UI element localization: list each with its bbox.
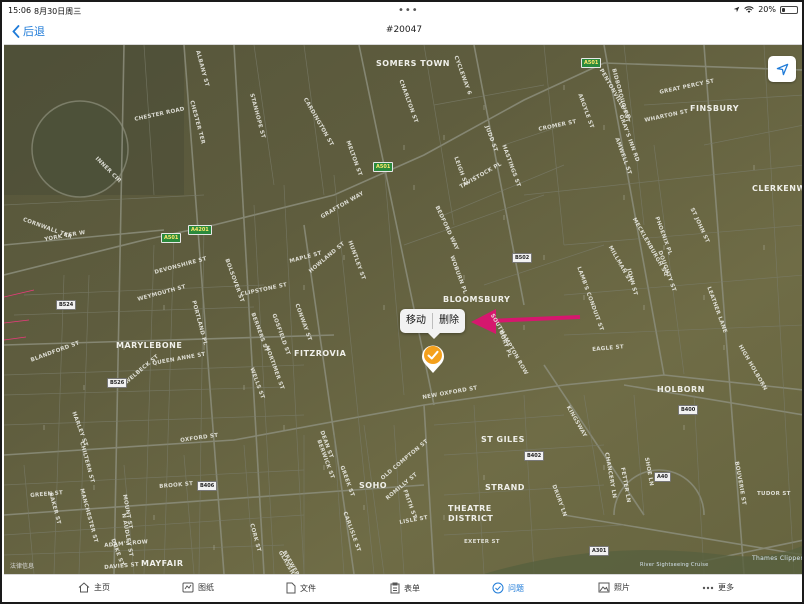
area-label: MAYFAIR [141, 559, 184, 568]
issue-icon [492, 582, 504, 594]
area-label: SOHO [359, 481, 388, 490]
move-pin-button[interactable]: 移动 [400, 309, 432, 333]
status-date: 8月30日周三 [34, 7, 82, 16]
tab-label: 文件 [300, 583, 316, 593]
tab-label: 主页 [94, 583, 110, 592]
tab-photos[interactable]: 照片 [598, 582, 630, 593]
tab-label: 更多 [718, 583, 734, 592]
home-icon [78, 582, 90, 593]
delete-pin-button[interactable]: 删除 [433, 309, 465, 333]
area-label: FINSBURY [690, 104, 740, 113]
battery-percent: 20% [758, 5, 776, 14]
tab-drawings[interactable]: 图纸 [182, 582, 214, 593]
checkmark-pin-icon [422, 345, 444, 373]
road-sign: B502 [512, 253, 533, 263]
tab-label: 表单 [404, 583, 420, 593]
road-sign: A501 [373, 162, 394, 172]
legal-link[interactable]: 法律信息 [10, 561, 34, 570]
road-sign: B402 [524, 451, 545, 461]
road-sign: B526 [107, 378, 128, 388]
area-label: FITZROVIA [294, 349, 347, 358]
street-label: EXETER ST [464, 539, 500, 545]
app-window: 15:06 8月30日周三 ••• 20% 后退 #20047 SOMERS T… [0, 0, 804, 604]
menu-tail [428, 333, 440, 339]
area-label: THEATRE [448, 504, 492, 513]
pin-action-menu: 移动 删除 [400, 309, 465, 339]
river-label: Thames Clippers [752, 555, 804, 562]
street-label: TUDOR ST [757, 491, 791, 497]
area-label: HOLBORN [657, 385, 705, 394]
road-sign: B400 [678, 405, 699, 415]
tab-forms[interactable]: 表单 [390, 582, 420, 594]
issue-pin[interactable] [420, 342, 446, 374]
tab-more[interactable]: 更多 [702, 582, 734, 593]
street-label: KING'S CROSS [509, 45, 556, 47]
tab-home[interactable]: 主页 [78, 582, 110, 593]
area-label: ST GILES [481, 435, 525, 444]
battery-icon [780, 5, 798, 14]
area-label: DISTRICT [448, 514, 494, 523]
tab-issues[interactable]: 问题 [492, 582, 524, 594]
road-sign: B406 [197, 481, 218, 491]
file-icon [286, 582, 296, 594]
tab-bar: 主页 图纸 文件 表单 问题 照片 更多 [4, 574, 802, 602]
tab-label: 问题 [508, 583, 524, 593]
road-sign: A4201 [188, 225, 212, 235]
tab-label: 图纸 [198, 583, 214, 592]
area-label: SOMERS TOWN [376, 59, 450, 68]
status-time: 15:06 [8, 6, 32, 15]
road-sign: A40 [654, 472, 671, 482]
map-view[interactable]: SOMERS TOWN FINSBURY CLERKENWELL BLOOMSBURY… [4, 45, 804, 574]
navigation-arrow-icon [776, 63, 788, 75]
road-sign: A501 [581, 58, 602, 68]
service-label: River Sightseeing Cruise [640, 562, 709, 568]
area-label: BLOOMSBURY [443, 295, 511, 304]
tab-files[interactable]: 文件 [286, 582, 316, 594]
area-label: CLERKENWELL [752, 184, 804, 193]
road-sign: A501 [161, 233, 182, 243]
road-sign: B524 [56, 300, 77, 310]
photo-icon [598, 582, 610, 593]
wifi-icon [744, 5, 754, 13]
drawing-icon [182, 582, 194, 593]
location-arrow-icon [733, 6, 740, 13]
status-bar: 15:06 8月30日周三 ••• 20% [4, 4, 802, 18]
more-icon [702, 586, 714, 589]
locate-me-button[interactable] [768, 56, 796, 82]
tab-label: 照片 [614, 583, 630, 592]
status-right: 20% [733, 5, 798, 14]
area-label: STRAND [485, 483, 525, 492]
page-title: #20047 [385, 25, 423, 35]
form-icon [390, 582, 400, 594]
nav-bar: 后退 #20047 [4, 18, 802, 45]
road-sign: A301 [589, 546, 610, 556]
multitask-dots-icon[interactable]: ••• [398, 5, 419, 16]
area-label: MARYLEBONE [116, 341, 183, 350]
